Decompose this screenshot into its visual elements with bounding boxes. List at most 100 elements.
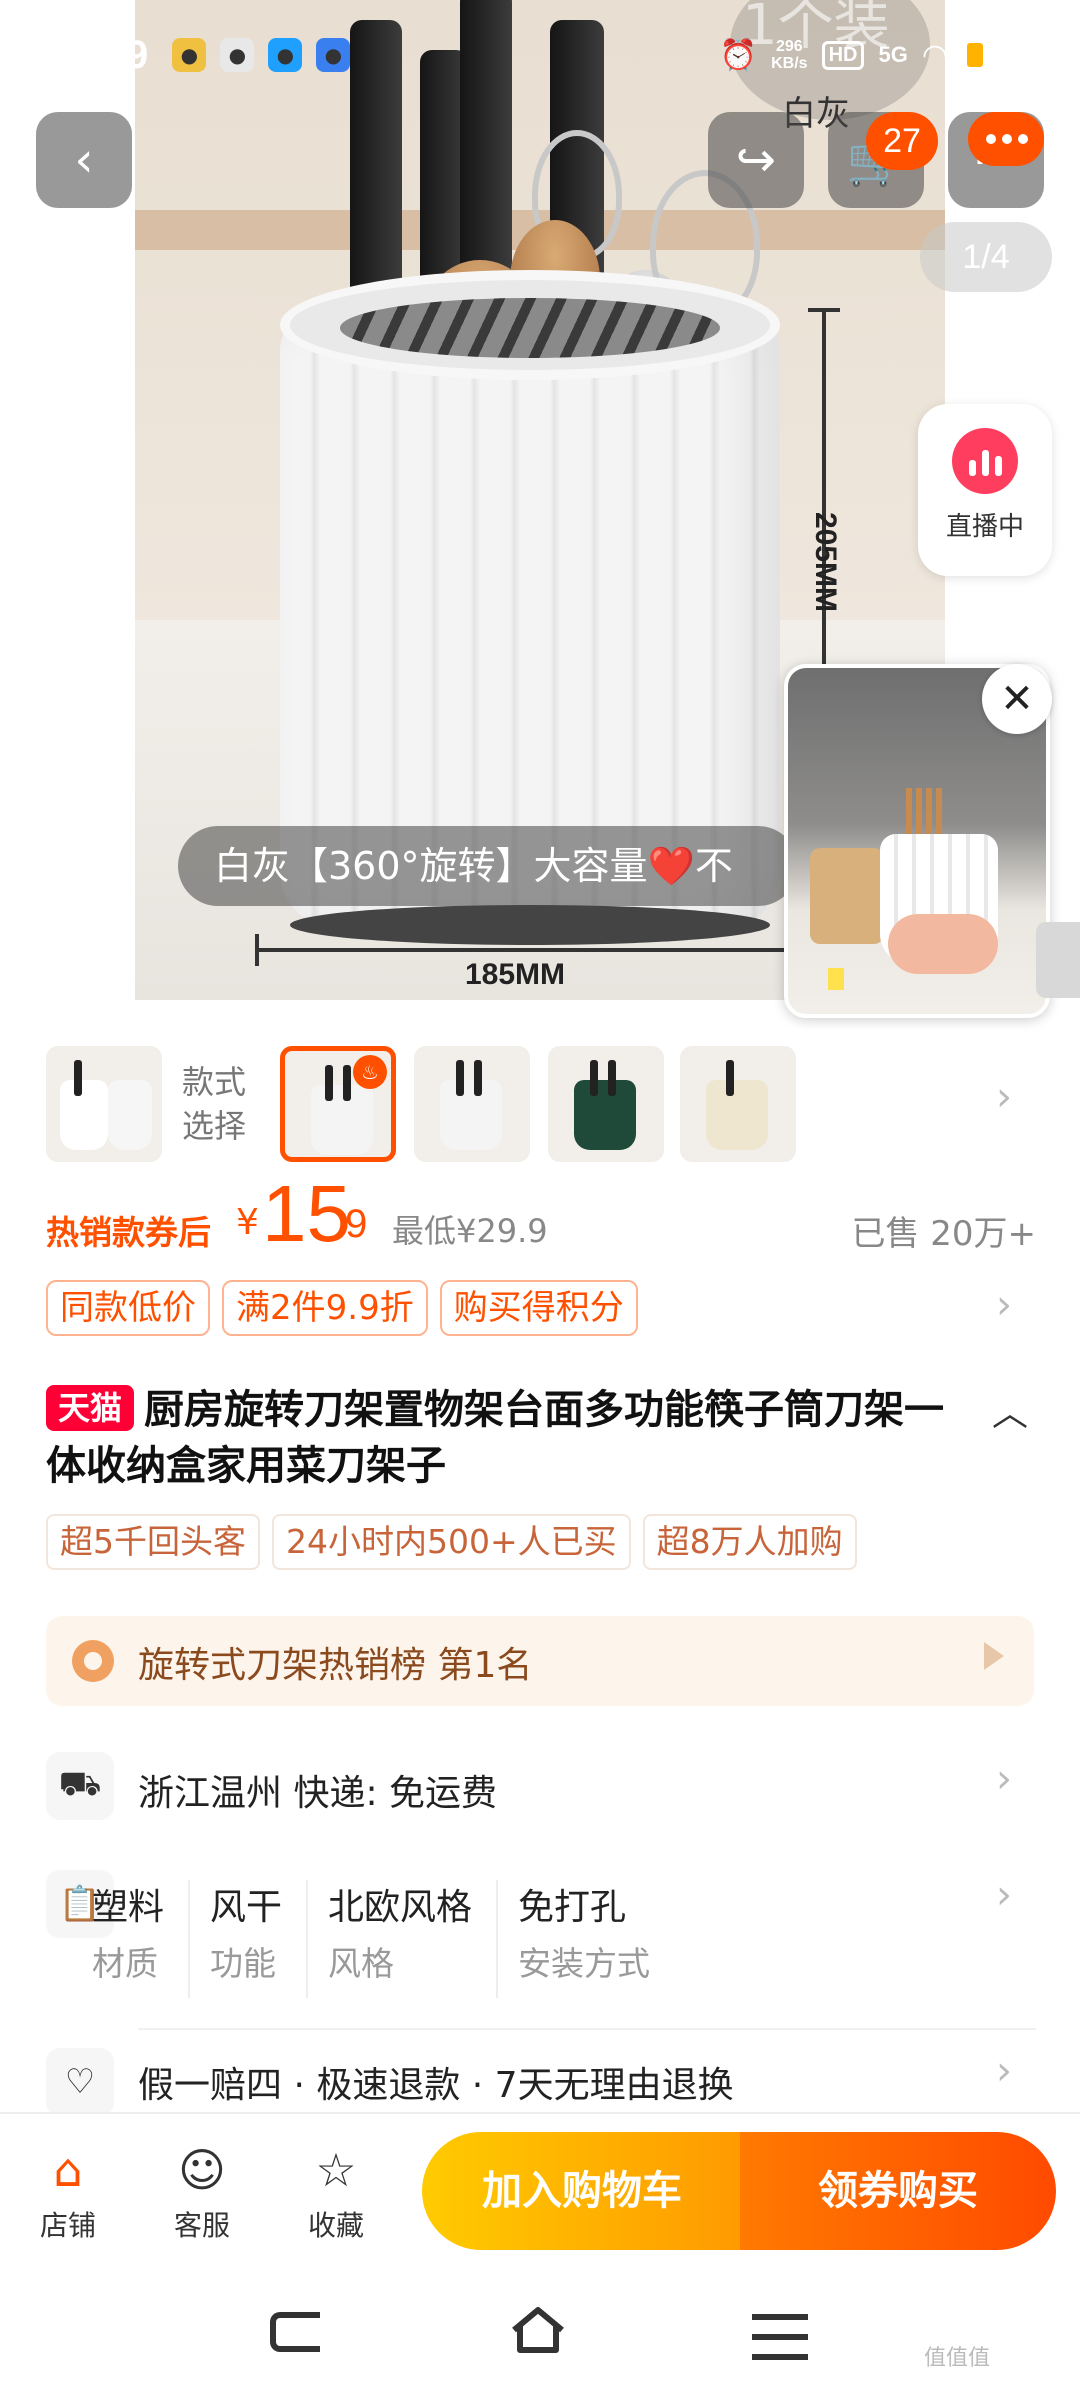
share-button[interactable]: ↪	[708, 112, 804, 208]
promo-tag: 同款低价	[46, 1280, 210, 1336]
network-speed-value: 296	[775, 38, 803, 55]
width-dimension-label: 185MM	[465, 958, 566, 991]
video-spice-tray	[810, 848, 884, 944]
cart-count-badge: 27	[866, 112, 938, 170]
attribute-item: 风干 功能	[188, 1880, 306, 1998]
battery-icon: 15	[962, 38, 1034, 72]
customer-service-button[interactable]: ☺ 客服	[152, 2142, 252, 2244]
wifi-icon: ◠	[921, 38, 948, 72]
promo-tags[interactable]: 同款低价 满2件9.9折 购买得积分	[46, 1280, 638, 1336]
style-thumb[interactable]	[46, 1046, 162, 1162]
status-bar: 23:49 ● ● ● ● ⏰ 296 KB/s HD 5G ◠ 15	[0, 0, 1080, 110]
chevron-right-icon: ›	[996, 1756, 1012, 1802]
attribute-value: 塑料	[92, 1887, 165, 1928]
holder-slots	[340, 298, 720, 358]
baidu-icon: ●	[316, 38, 351, 72]
thumb-knife	[590, 1060, 598, 1096]
style-selector: 款式选择 ♨ ›	[0, 1040, 1080, 1164]
back-button[interactable]: ‹	[36, 112, 132, 208]
social-proof-tags: 超5千回头客 24小时内500+人已买 超8万人加购	[46, 1514, 857, 1570]
app-notification-icon: ●	[172, 38, 207, 72]
side-drawer-tab[interactable]	[1036, 922, 1080, 998]
social-proof-tag: 24小时内500+人已买	[272, 1514, 631, 1570]
store-label: 店铺	[39, 2209, 96, 2242]
guarantee-text: 假一赔四 · 极速退款 · 7天无理由退换	[138, 2065, 734, 2106]
price-prefix: 热销款券后	[46, 1213, 211, 1252]
social-proof-tag: 超5千回头客	[46, 1514, 260, 1570]
holder-base	[290, 905, 770, 945]
style-thumb-selected[interactable]: ♨	[280, 1046, 396, 1162]
store-button[interactable]: ⌂ 店铺	[18, 2142, 118, 2244]
image-caption: 白灰【360°旋转】大容量❤️不	[178, 826, 798, 906]
hd-icon: HD	[821, 40, 865, 70]
attribute-value: 北欧风格	[328, 1887, 473, 1928]
medal-icon	[72, 1640, 114, 1682]
signal-icon: 5G	[878, 42, 908, 67]
thumb-knife	[726, 1060, 734, 1096]
system-menu-icon[interactable]	[752, 2314, 808, 2360]
network-speed-unit: KB/s	[771, 55, 808, 72]
thumb-knife	[474, 1060, 482, 1096]
thumb-knife	[325, 1065, 333, 1101]
home-icon	[512, 2307, 564, 2353]
style-thumb[interactable]	[414, 1046, 530, 1162]
height-dimension-label: 205MM	[809, 512, 842, 613]
video-close-button[interactable]: ✕	[982, 664, 1052, 734]
truck-icon: ⛟	[46, 1752, 114, 1820]
system-back-icon[interactable]	[270, 2312, 320, 2352]
attribute-key: 风格	[328, 1944, 395, 1983]
coupon-buy-button[interactable]: 领券购买	[740, 2132, 1056, 2250]
attribute-list: 塑料 材质 风干 功能 北欧风格 风格 免打孔 安装方式	[92, 1880, 912, 1998]
thumb-holder	[60, 1080, 108, 1150]
alarm-icon: ⏰	[719, 38, 758, 72]
style-thumb[interactable]	[548, 1046, 664, 1162]
live-stream-button[interactable]: 直播中	[918, 404, 1052, 576]
collapse-icon[interactable]: ︿	[992, 1384, 1028, 1436]
star-icon: ☆	[315, 2143, 357, 2197]
chevron-right-icon[interactable]: ›	[996, 1282, 1012, 1328]
shipping-text: 浙江温州 快递: 免运费	[138, 1773, 498, 1814]
close-icon: ✕	[1000, 676, 1034, 722]
corner-watermark: 值值值	[924, 2346, 991, 2371]
promo-tag: 满2件9.9折	[222, 1280, 428, 1336]
network-speed: 296 KB/s	[771, 38, 807, 72]
chat-face-icon: ☺	[178, 2143, 226, 2197]
share-icon: ↪	[735, 132, 777, 188]
play-arrow-icon	[984, 1642, 1004, 1670]
attribute-item: 免打孔 安装方式	[496, 1880, 674, 1998]
video-hand	[888, 914, 998, 974]
image-counter: 1/4	[920, 222, 1052, 292]
thumb-holder	[440, 1080, 502, 1150]
thumb-knife	[456, 1060, 464, 1096]
live-label: 直播中	[945, 512, 1024, 542]
ranking-banner[interactable]: 旋转式刀架热销榜 第1名	[46, 1616, 1034, 1706]
attribute-key: 材质	[92, 1944, 158, 1983]
tmall-badge: 天猫	[46, 1385, 135, 1431]
chevron-right-icon: ›	[996, 2048, 1012, 2094]
attribute-item: 北欧风格 风格	[306, 1880, 496, 1998]
chevron-left-icon: ‹	[74, 132, 94, 188]
attribute-value: 风干	[210, 1887, 283, 1928]
sold-count: 已售 20万+	[851, 1214, 1036, 1254]
favorite-button[interactable]: ☆ 收藏	[286, 2142, 386, 2244]
system-home-icon[interactable]	[508, 2304, 568, 2356]
video-subtitle-bar	[828, 968, 844, 990]
fire-icon: ♨	[353, 1055, 387, 1089]
style-thumb[interactable]	[680, 1046, 796, 1162]
lowest-price: 最低¥29.9	[392, 1212, 548, 1250]
status-right: ⏰ 296 KB/s HD 5G ◠ 15	[720, 38, 1034, 73]
thumb-holder	[311, 1085, 373, 1155]
price-row: 热销款券后 ¥ 15 .9 最低¥29.9 已售 20万+	[46, 1169, 1036, 1266]
battery-level: 15	[985, 42, 1011, 67]
attribute-key: 安装方式	[518, 1944, 651, 1983]
price-currency: ¥	[236, 1202, 259, 1243]
favorite-label: 收藏	[307, 2209, 364, 2242]
notification-icons: ● ● ● ●	[172, 38, 351, 72]
add-to-cart-button[interactable]: 加入购物车	[422, 2132, 742, 2250]
chevron-right-icon[interactable]: ›	[996, 1074, 1012, 1120]
divider	[138, 2028, 1036, 2030]
attribute-item: 塑料 材质	[92, 1880, 188, 1998]
shipping-row[interactable]: ⛟ 浙江温州 快递: 免运费 ›	[46, 1752, 1036, 1832]
thumb-holder	[108, 1080, 152, 1150]
qq-icon: ●	[268, 38, 303, 72]
